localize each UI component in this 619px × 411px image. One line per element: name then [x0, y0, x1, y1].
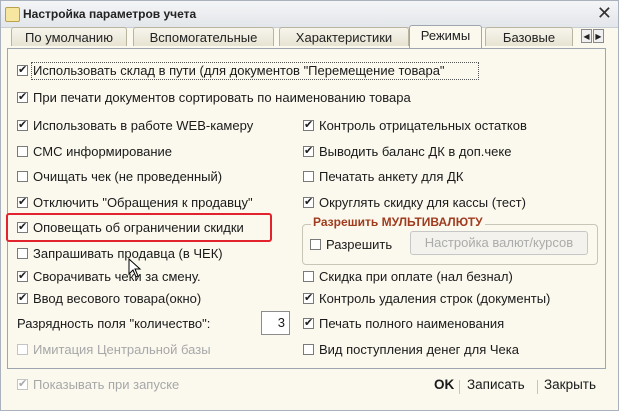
settings-window: Настройка параметров учета ✕ По умолчани…: [0, 0, 619, 411]
tab-label: Режимы: [420, 28, 471, 43]
option-payment-discount[interactable]: Скидка при оплате (нал безнал): [303, 269, 603, 287]
ok-button[interactable]: OK: [434, 377, 454, 392]
option-label: Вид поступления денег для Чека: [319, 342, 519, 357]
option-row-delete-control[interactable]: Контроль удаления строк (документы): [303, 291, 603, 309]
option-label: Скидка при оплате (нал безнал): [319, 269, 513, 284]
checkbox[interactable]: [17, 377, 28, 390]
separator: [459, 380, 460, 394]
option-clear-receipt[interactable]: Очищать чек (не проведенный): [17, 169, 297, 187]
window-title: Настройка параметров учета: [23, 7, 197, 21]
currency-settings-button[interactable]: Настройка валют/курсов: [410, 231, 588, 255]
option-label: Отключить "Обращения к продавцу": [33, 195, 253, 210]
checkbox[interactable]: [303, 291, 314, 304]
tab-scroll-left-icon[interactable]: ◀: [581, 29, 592, 43]
option-ask-seller[interactable]: Запрашивать продавца (в ЧЕК): [17, 246, 297, 264]
checkbox[interactable]: [303, 195, 314, 208]
option-webcam[interactable]: Использовать в работе WEB-камеру: [17, 118, 297, 136]
title-bar: Настройка параметров учета ✕: [1, 1, 618, 28]
checkbox[interactable]: [303, 144, 314, 157]
checkbox[interactable]: [17, 146, 28, 157]
option-negative-stock-control[interactable]: Контроль отрицательных остатков: [303, 118, 603, 136]
option-allow-multicurrency[interactable]: Разрешить: [310, 237, 405, 255]
option-label: СМС информирование: [33, 144, 172, 159]
mouse-cursor-icon: [128, 258, 142, 278]
option-label: Выводить баланс ДК в доп.чеке: [319, 144, 512, 159]
option-money-receipt-type[interactable]: Вид поступления денег для Чека: [303, 342, 603, 360]
tab-bar: По умолчанию Вспомогательные Характерист…: [7, 25, 607, 49]
option-disable-seller-calls[interactable]: Отключить "Обращения к продавцу": [17, 195, 297, 213]
checkbox[interactable]: [17, 63, 28, 76]
tab-base[interactable]: Базовые: [485, 27, 573, 46]
quantity-digits-input[interactable]: 3: [261, 311, 290, 335]
separator: [537, 380, 538, 394]
checkbox[interactable]: [303, 344, 314, 355]
checkbox[interactable]: [303, 171, 314, 182]
option-collapse-receipts[interactable]: Сворачивать чеки за смену.: [17, 269, 297, 287]
checkbox[interactable]: [17, 269, 28, 282]
option-label: Ввод весового товара(окно): [33, 291, 202, 306]
app-icon: [5, 7, 20, 22]
option-label: Печать полного наименования: [319, 316, 505, 331]
tab-modes[interactable]: Режимы: [409, 25, 482, 48]
tab-label: Базовые: [502, 30, 556, 45]
tab-label: Вспомогательные: [149, 30, 258, 45]
option-round-discount[interactable]: Округлять скидку для кассы (тест): [303, 195, 603, 213]
option-label: Округлять скидку для кассы (тест): [319, 195, 526, 210]
tab-default[interactable]: По умолчанию: [11, 27, 127, 46]
checkbox[interactable]: [310, 239, 321, 250]
checkbox[interactable]: [17, 171, 28, 182]
option-label: Контроль удаления строк (документы): [319, 291, 551, 306]
checkbox[interactable]: [17, 248, 28, 259]
option-label: Имитация Центральной базы: [33, 342, 211, 357]
option-label: При печати документов сортировать по наи…: [33, 90, 411, 105]
multicurrency-title: Разрешить МУЛЬТИВАЛЮТУ: [311, 215, 485, 229]
option-weight-input[interactable]: Ввод весового товара(окно): [17, 291, 297, 309]
quantity-digits-label: Разрядность поля "количество":: [17, 316, 211, 331]
tab-characteristics[interactable]: Характеристики: [279, 27, 409, 46]
option-central-base: Имитация Центральной базы: [17, 342, 297, 360]
tab-label: Характеристики: [295, 30, 393, 45]
checkbox[interactable]: [17, 195, 28, 208]
option-print-dk-form[interactable]: Печатать анкету для ДК: [303, 169, 603, 187]
option-print-full-name[interactable]: Печать полного наименования: [303, 316, 603, 334]
option-print-sort[interactable]: При печати документов сортировать по наи…: [17, 90, 477, 108]
checkbox[interactable]: [17, 291, 28, 304]
option-label: Сворачивать чеки за смену.: [33, 269, 201, 284]
option-show-on-start[interactable]: Показывать при запуске: [17, 377, 217, 395]
option-sms[interactable]: СМС информирование: [17, 144, 297, 162]
option-label: Печатать анкету для ДК: [319, 169, 464, 184]
save-button[interactable]: Записать: [467, 377, 525, 392]
focus-outline: [31, 62, 479, 80]
checkbox[interactable]: [17, 118, 28, 131]
option-dk-balance[interactable]: Выводить баланс ДК в доп.чеке: [303, 144, 603, 162]
option-label: Показывать при запуске: [33, 377, 180, 392]
tab-scroll-right-icon[interactable]: ▶: [593, 29, 604, 43]
option-label: Использовать в работе WEB-камеру: [33, 118, 254, 133]
option-label: Разрешить: [326, 237, 393, 252]
option-label: Контроль отрицательных остатков: [319, 118, 527, 133]
option-label: Очищать чек (не проведенный): [33, 169, 223, 184]
checkbox[interactable]: [303, 118, 314, 131]
highlight-frame: [6, 213, 272, 242]
checkbox[interactable]: [17, 90, 28, 103]
tab-auxiliary[interactable]: Вспомогательные: [133, 27, 274, 46]
checkbox: [17, 344, 28, 355]
checkbox[interactable]: [303, 316, 314, 329]
tab-label: По умолчанию: [25, 30, 113, 45]
checkbox[interactable]: [303, 271, 314, 282]
close-button[interactable]: Закрыть: [544, 377, 596, 392]
close-icon[interactable]: ✕: [597, 3, 612, 23]
